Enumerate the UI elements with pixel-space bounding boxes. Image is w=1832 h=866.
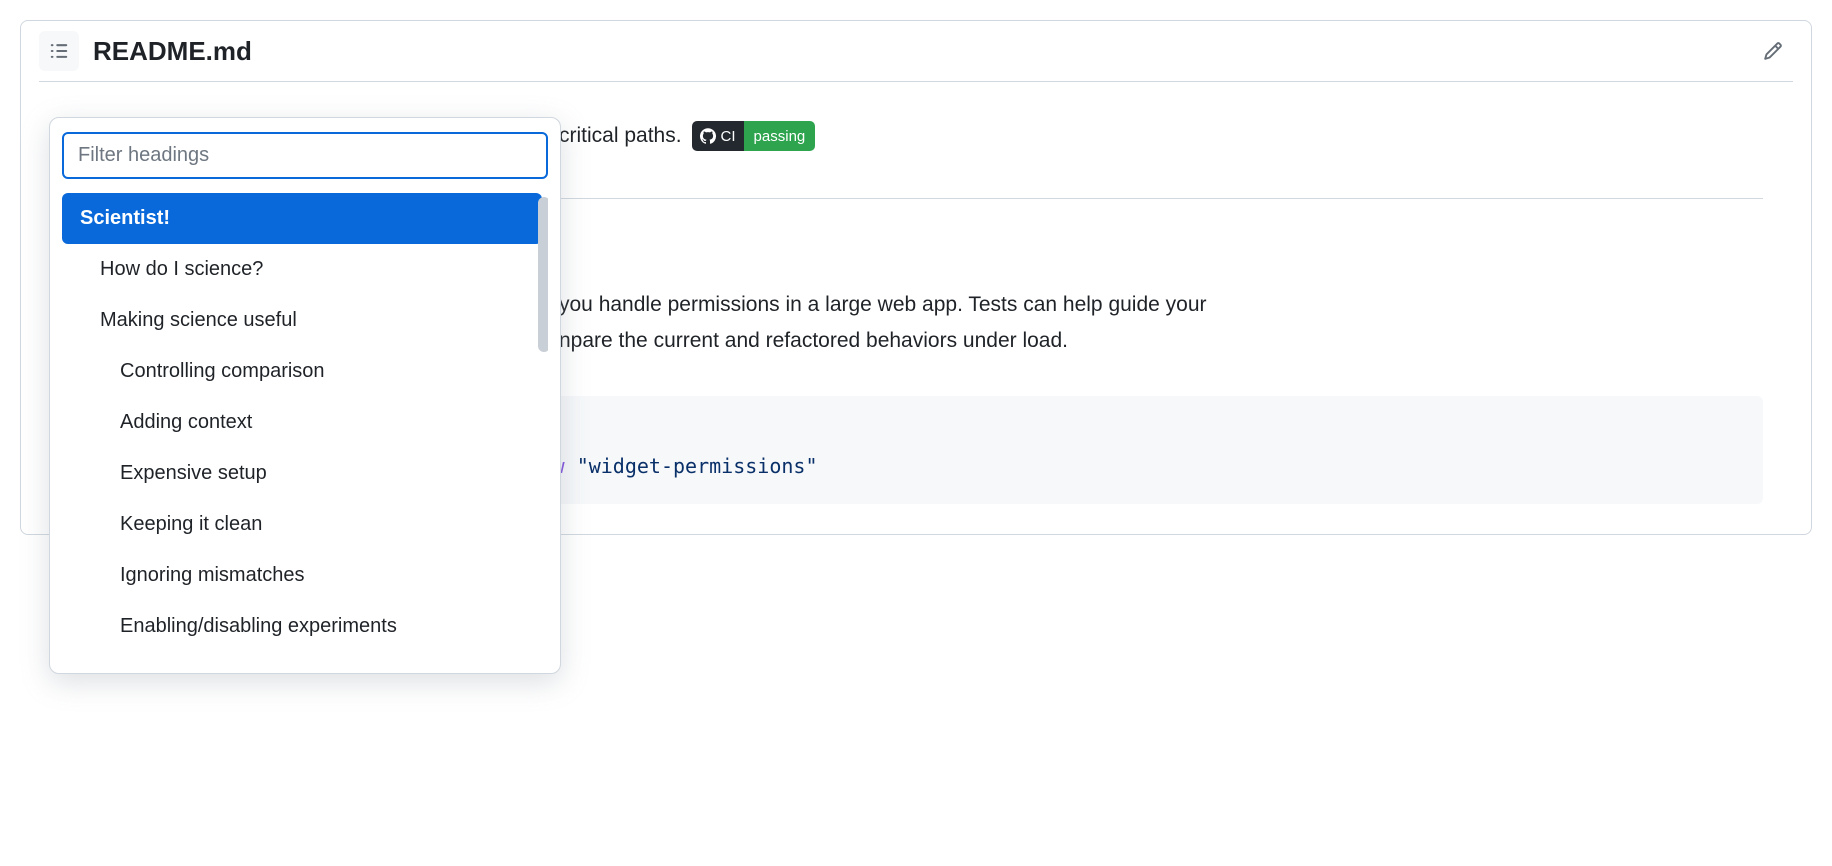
filter-headings-input[interactable] [62,132,548,179]
badge-left-label: CI [721,125,736,148]
badge-left: CI [692,121,744,151]
pencil-icon [1763,41,1783,61]
toc-item[interactable]: Enabling/disabling experiments [62,601,542,652]
toc-item[interactable]: Controlling comparison [62,346,542,397]
header-left-group: README.md [39,31,252,71]
toc-item[interactable]: How do I science? [62,244,542,295]
toc-item[interactable]: Ignoring mismatches [62,550,542,601]
toc-item[interactable]: Keeping it clean [62,499,542,550]
intro-text-fragment: critical paths. [559,120,682,153]
file-name: README.md [93,36,252,67]
toc-item[interactable]: Expensive setup [62,448,542,499]
list-icon [48,40,70,62]
toc-list: Scientist!How do I science?Making scienc… [62,193,548,673]
toc-item[interactable]: Making science useful [62,295,542,346]
toc-item[interactable]: Adding context [62,397,542,448]
badge-right: passing [744,121,816,151]
readme-header: README.md [21,21,1811,81]
para-line-1: you handle permissions in a large web ap… [559,289,1763,322]
toc-scrollbar-thumb[interactable] [538,197,548,352]
code-string: "widget-permissions" [577,454,818,478]
toc-dropdown: Scientist!How do I science?Making scienc… [49,117,561,674]
toc-toggle-button[interactable] [39,31,79,71]
edit-button[interactable] [1753,31,1793,71]
badge-right-label: passing [754,125,806,148]
readme-container: README.md Scientist!How do I science?Mak… [20,20,1812,535]
intro-line: critical paths. CI passing [559,120,1763,153]
section-paragraph: you handle permissions in a large web ap… [559,289,1763,358]
toc-item[interactable]: Scientist! [62,193,542,244]
ci-badge[interactable]: CI passing [692,121,816,151]
github-icon [700,128,716,144]
para-line-2: npare the current and refactored behavio… [559,325,1763,358]
